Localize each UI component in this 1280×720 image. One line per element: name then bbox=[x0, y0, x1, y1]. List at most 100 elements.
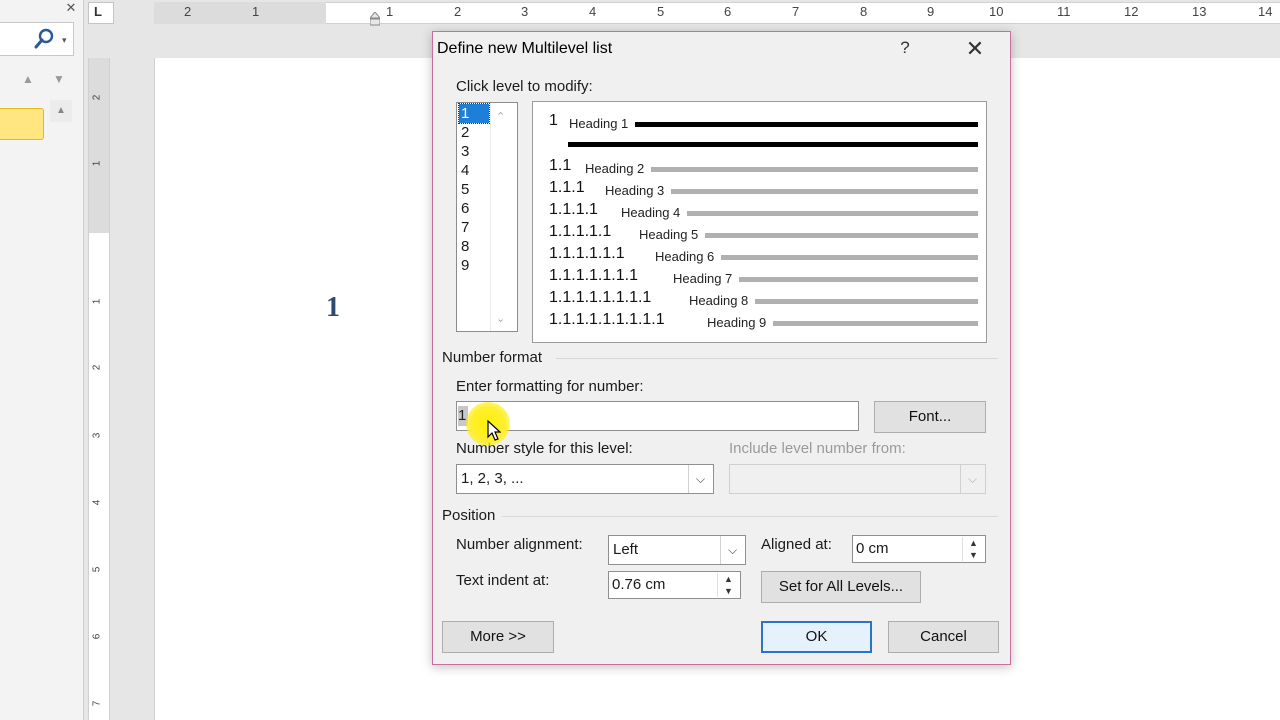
level-item[interactable]: 3 bbox=[459, 142, 489, 161]
indent-marker-icon[interactable] bbox=[370, 12, 380, 26]
ruler-number: 1 bbox=[91, 160, 103, 167]
preview-number: 1.1.1 bbox=[549, 179, 585, 196]
ruler-number: 4 bbox=[589, 4, 597, 19]
number-format-input[interactable] bbox=[456, 401, 859, 431]
preview-heading: Heading 3 bbox=[605, 183, 665, 198]
ruler-number: 5 bbox=[91, 566, 103, 573]
preview-line bbox=[705, 233, 978, 238]
ruler-number: 6 bbox=[724, 4, 732, 19]
preview-line bbox=[721, 255, 978, 260]
click-level-label: Click level to modify: bbox=[456, 78, 593, 95]
ruler-number: 1 bbox=[386, 4, 394, 19]
number-style-select[interactable]: 1, 2, 3, ... bbox=[456, 464, 714, 494]
ruler-number: 2 bbox=[184, 4, 192, 19]
ruler-number: 5 bbox=[657, 4, 665, 19]
nav-next-icon[interactable]: ▼ bbox=[53, 72, 65, 86]
text-indent-spin-down-icon[interactable]: ▼ bbox=[717, 585, 739, 597]
level-list-scrollbar[interactable] bbox=[490, 103, 517, 331]
level-item[interactable]: 1 bbox=[458, 103, 490, 124]
preview-heading: Heading 7 bbox=[673, 271, 733, 286]
ruler-number: 2 bbox=[91, 94, 103, 101]
preview-line bbox=[687, 211, 978, 216]
aligned-at-spin-down-icon[interactable]: ▼ bbox=[962, 549, 984, 561]
ruler-number: 14 bbox=[1258, 4, 1273, 19]
enter-formatting-label: Enter formatting for number: bbox=[456, 378, 644, 395]
document-heading-number[interactable]: 1 bbox=[326, 292, 340, 324]
left-tab-icon: L bbox=[94, 4, 102, 19]
preview-heading: Heading 6 bbox=[655, 249, 715, 264]
preview-line bbox=[635, 122, 978, 127]
preview-heading: Heading 8 bbox=[689, 293, 749, 308]
level-item[interactable]: 4 bbox=[459, 161, 489, 180]
preview-number: 1.1.1.1.1 bbox=[549, 223, 612, 240]
preview-line bbox=[671, 189, 978, 194]
nav-pane-close-icon[interactable]: ✕ bbox=[62, 0, 80, 18]
preview-line bbox=[739, 277, 978, 282]
include-level-select bbox=[729, 464, 986, 494]
set-for-all-levels-button[interactable]: Set for All Levels... bbox=[761, 571, 921, 603]
number-format-divider bbox=[556, 358, 998, 359]
level-item[interactable]: 7 bbox=[459, 218, 489, 237]
text-indent-label: Text indent at: bbox=[456, 572, 550, 589]
ruler-left-margin bbox=[154, 2, 326, 24]
ruler-number: 11 bbox=[1057, 4, 1071, 19]
nav-scroll-up-icon[interactable]: ▲ bbox=[50, 100, 72, 122]
number-alignment-chevron-icon[interactable]: ⌵ bbox=[720, 536, 744, 564]
close-button[interactable]: ✕ bbox=[960, 36, 990, 62]
text-indent-spin-up-icon[interactable]: ▲ bbox=[717, 573, 739, 585]
preview-heading: Heading 5 bbox=[639, 227, 699, 242]
ruler-number: 8 bbox=[860, 4, 868, 19]
ruler-number: 2 bbox=[454, 4, 462, 19]
ruler-number: 3 bbox=[521, 4, 529, 19]
ruler-number: 2 bbox=[91, 364, 103, 371]
nav-heading-item[interactable] bbox=[0, 108, 44, 140]
more-button[interactable]: More >> bbox=[442, 621, 554, 653]
help-button[interactable]: ? bbox=[893, 38, 917, 62]
dialog-title: Define new Multilevel list bbox=[437, 40, 613, 57]
nav-previous-icon[interactable]: ▲ bbox=[22, 72, 34, 86]
number-style-chevron-icon[interactable]: ⌵ bbox=[688, 465, 712, 493]
number-alignment-label: Number alignment: bbox=[456, 536, 583, 553]
position-section-label: Position bbox=[442, 507, 496, 524]
aligned-at-label: Aligned at: bbox=[761, 536, 832, 553]
ruler-number: 9 bbox=[927, 4, 935, 19]
preview-number: 1.1.1.1.1.1.1 bbox=[549, 267, 638, 284]
ruler-number: 12 bbox=[1124, 4, 1139, 19]
include-level-label: Include level number from: bbox=[729, 440, 906, 457]
ruler-number: 10 bbox=[989, 4, 1004, 19]
ruler-number: 1 bbox=[252, 4, 260, 19]
preview-number: 1.1.1.1.1.1.1.1 bbox=[549, 289, 652, 306]
level-item[interactable]: 6 bbox=[459, 199, 489, 218]
ok-button[interactable]: OK bbox=[761, 621, 872, 653]
search-icon[interactable] bbox=[34, 28, 56, 50]
scroll-down-icon[interactable]: ⌄ bbox=[496, 312, 505, 325]
text-indent-value: 0.76 cm bbox=[612, 576, 666, 593]
preview-heading: Heading 2 bbox=[585, 161, 645, 176]
preview-line bbox=[651, 167, 978, 172]
level-item[interactable]: 5 bbox=[459, 180, 489, 199]
scroll-up-icon[interactable]: ⌃ bbox=[496, 110, 505, 123]
mouse-pointer-icon bbox=[487, 420, 501, 441]
include-level-chevron-icon: ⌵ bbox=[960, 465, 984, 493]
preview-number: 1 bbox=[549, 112, 558, 129]
ruler-number: 7 bbox=[91, 700, 103, 707]
level-item[interactable]: 2 bbox=[459, 123, 489, 142]
font-button[interactable]: Font... bbox=[874, 401, 986, 433]
ruler-number: 7 bbox=[792, 4, 800, 19]
preview-number: 1.1.1.1.1.1.1.1.1 bbox=[549, 311, 665, 328]
aligned-at-value: 0 cm bbox=[856, 540, 889, 557]
ruler-top-margin bbox=[89, 58, 109, 233]
preview-heading: Heading 1 bbox=[569, 116, 629, 131]
search-options-chevron-icon[interactable]: ▾ bbox=[62, 35, 67, 46]
level-item[interactable]: 9 bbox=[459, 256, 489, 275]
preview-line bbox=[773, 321, 978, 326]
cancel-button[interactable]: Cancel bbox=[888, 621, 999, 653]
preview-line bbox=[568, 142, 978, 147]
number-style-value: 1, 2, 3, ... bbox=[461, 470, 524, 487]
preview-number: 1.1.1.1.1.1 bbox=[549, 245, 625, 262]
preview-number: 1.1 bbox=[549, 157, 572, 174]
number-alignment-value: Left bbox=[613, 541, 639, 558]
level-item[interactable]: 8 bbox=[459, 237, 489, 256]
position-divider bbox=[502, 516, 998, 517]
aligned-at-spin-up-icon[interactable]: ▲ bbox=[962, 537, 984, 549]
